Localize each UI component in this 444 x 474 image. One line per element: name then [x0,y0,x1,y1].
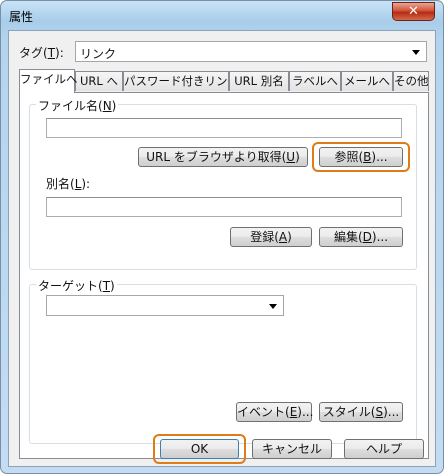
target-select[interactable] [46,295,284,316]
alias-input[interactable] [46,197,402,217]
ok-button[interactable]: OK [160,439,239,459]
cancel-button[interactable]: キャンセル [252,439,332,459]
tab-to-file[interactable]: ファイルへ [19,69,78,93]
register-button[interactable]: 登録(A) [230,227,312,247]
close-icon: ✕ [408,4,419,19]
tab-to-label[interactable]: ラベルへ [289,71,341,91]
edit-button[interactable]: 編集(D)... [319,227,403,247]
tab-panel: ファイル名(N) URL をブラウザより取得(U) 参照(B)... 別名(L)… [19,92,429,459]
file-name-input[interactable] [46,118,402,138]
browse-button[interactable]: 参照(B)... [319,147,403,167]
tab-password-link[interactable]: パスワード付きリンク [123,71,239,91]
chevron-down-icon [412,50,420,55]
dialog-client: タグ(T): リンク ファイルへ URL へ パスワード付きリンク URL 別名… [8,30,436,467]
window-title: 属性 [9,10,34,24]
event-button[interactable]: イベント(E)... [236,402,313,422]
properties-dialog: 属性 ✕ タグ(T): リンク ファイルへ URL へ パスワード付きリンク U… [0,0,444,474]
alias-label: 別名(L): [46,177,91,191]
title-bar[interactable]: 属性 ✕ [1,1,443,31]
close-button[interactable]: ✕ [392,2,435,21]
file-name-group: ファイル名(N) URL をブラウザより取得(U) 参照(B)... 別名(L)… [29,97,417,270]
tag-select-value: リンク [80,47,117,61]
tag-select[interactable]: リンク [75,41,427,62]
tab-other[interactable]: その他 [393,71,429,91]
help-button[interactable]: ヘルプ [344,439,424,459]
file-name-label: ファイル名(N) [36,97,119,114]
target-group: ターゲット(T) イベント(E)... スタイル(S)... [29,277,417,444]
tag-label: タグ(T): [19,46,64,60]
chevron-down-icon [269,304,277,309]
get-url-from-browser-button[interactable]: URL をブラウザより取得(U) [138,147,308,167]
tab-to-url[interactable]: URL へ [75,71,123,91]
target-label: ターゲット(T) [36,277,117,294]
style-button[interactable]: スタイル(S)... [319,402,403,422]
tab-to-mail[interactable]: メールへ [341,71,393,91]
tab-url-alias[interactable]: URL 別名 [229,71,289,91]
